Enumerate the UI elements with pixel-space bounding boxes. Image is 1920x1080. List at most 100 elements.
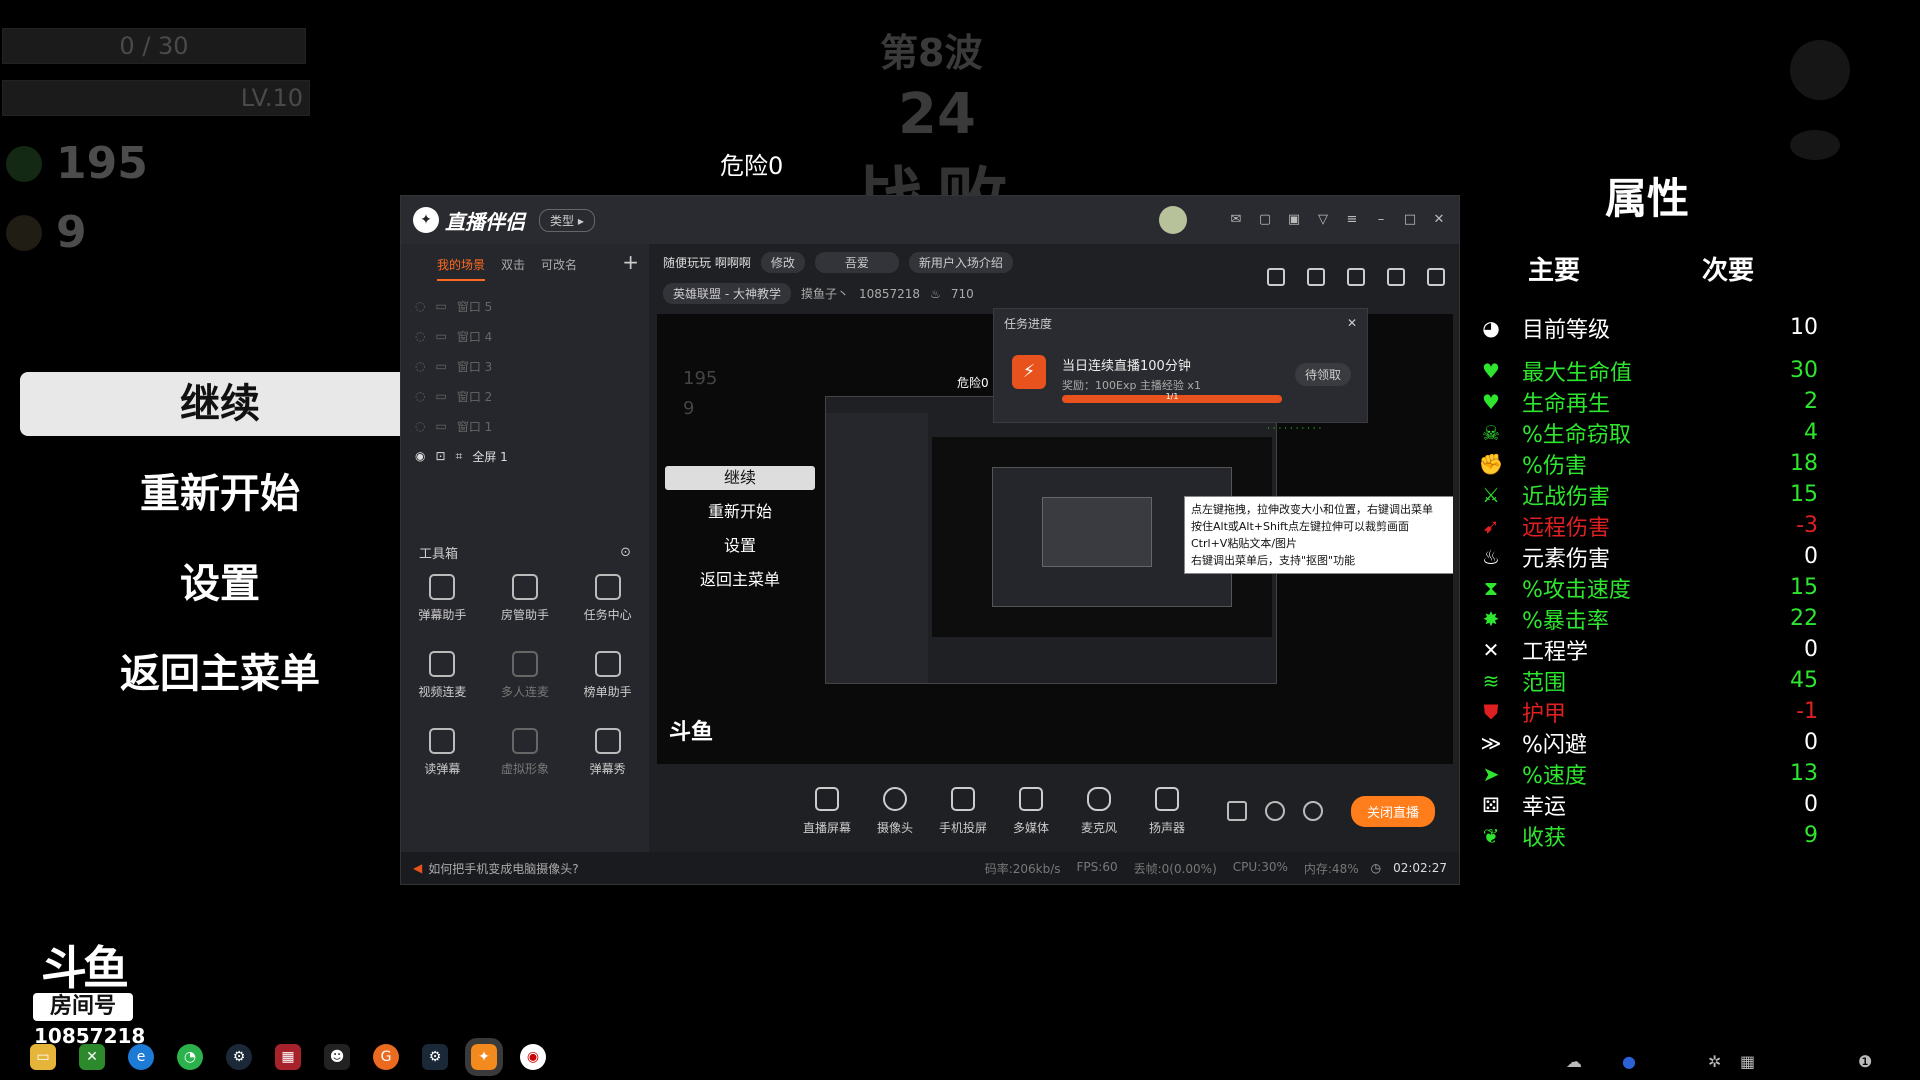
tab-my-scenes[interactable]: 我的场景 xyxy=(437,256,486,281)
cloud-icon[interactable]: ☁ xyxy=(1566,1052,1582,1071)
douyu-taskbar-icon[interactable]: ◉ xyxy=(520,1044,546,1070)
tool-read-danmu[interactable]: 读弹幕 xyxy=(401,728,484,777)
task-claim-button[interactable]: 待领取 xyxy=(1294,363,1351,386)
tool-danmu-show[interactable]: 弹幕秀 xyxy=(566,728,649,777)
tool-room-admin[interactable]: 房管助手 xyxy=(484,574,567,623)
continue-button[interactable]: 继续 xyxy=(20,372,420,436)
tray-dot-icon[interactable]: ● xyxy=(1622,1052,1636,1071)
shirt-icon[interactable]: ▽ xyxy=(1315,212,1331,228)
stat-row[interactable]: ➹ 远程伤害 -3 xyxy=(1478,510,1818,541)
xbox-icon[interactable]: ✕ xyxy=(79,1044,105,1070)
media-button[interactable]: 多媒体 xyxy=(997,786,1065,836)
eye-icon[interactable] xyxy=(1265,801,1285,821)
window-icon[interactable]: ▣ xyxy=(1286,212,1302,228)
settings-gear-icon[interactable] xyxy=(1303,801,1323,821)
more-icon[interactable]: ⊙ xyxy=(620,545,631,560)
share-icon[interactable] xyxy=(1427,268,1445,286)
record-icon[interactable] xyxy=(1227,801,1247,821)
close-icon[interactable]: ✕ xyxy=(1431,212,1447,228)
source-item[interactable]: ◌ ▭ 窗口 4 xyxy=(401,321,649,351)
input-method-icon[interactable]: ▦ xyxy=(1740,1052,1755,1071)
stat-row[interactable]: ≋ 范围 45 xyxy=(1478,665,1818,696)
lock-icon[interactable]: ⊡ xyxy=(435,449,445,463)
source-item[interactable]: ◌ ▭ 窗口 3 xyxy=(401,351,649,381)
type-button[interactable]: 类型 ▸ xyxy=(539,208,595,232)
tool-danmu-helper[interactable]: 弹幕助手 xyxy=(401,574,484,623)
maximize-icon[interactable]: □ xyxy=(1402,212,1418,228)
edge-icon[interactable]: e xyxy=(128,1044,154,1070)
stat-row[interactable]: ✕ 工程学 0 xyxy=(1478,634,1818,665)
tool-task-center[interactable]: 任务中心 xyxy=(566,574,649,623)
screen-capture-button[interactable]: 直播屏幕 xyxy=(793,786,861,836)
tab-secondary-stats[interactable]: 次要 xyxy=(1702,250,1754,287)
main-menu-button[interactable]: 返回主菜单 xyxy=(20,642,420,706)
live-companion-taskbar-icon[interactable]: ✦ xyxy=(465,1038,503,1076)
end-live-button[interactable]: 关闭直播 xyxy=(1351,795,1436,827)
file-explorer-icon[interactable]: ▭ xyxy=(30,1044,56,1070)
steam-client-icon[interactable]: ⚙ xyxy=(422,1044,448,1070)
notification-icon[interactable]: ❶ xyxy=(1858,1052,1872,1071)
intro-pill[interactable]: 新用户入场介绍 xyxy=(908,252,1013,273)
hidden-eye-icon[interactable]: ◌ xyxy=(415,329,425,343)
tool-avatar[interactable]: 虚拟形象 xyxy=(484,728,567,777)
avatar[interactable] xyxy=(1159,206,1187,234)
qq-icon[interactable]: ☻ xyxy=(324,1044,350,1070)
speaker-button[interactable]: 扬声器 xyxy=(1133,786,1201,836)
hidden-eye-icon[interactable]: ◌ xyxy=(415,359,425,373)
tab-scene-2[interactable]: 双击 xyxy=(501,256,525,281)
song-pill[interactable]: 吾爱 xyxy=(814,252,899,273)
restart-button[interactable]: 重新开始 xyxy=(20,462,420,526)
stat-row[interactable]: ☠ %生命窃取 4 xyxy=(1478,417,1818,448)
game-icon[interactable]: ▦ xyxy=(275,1044,301,1070)
menu-icon[interactable]: ≡ xyxy=(1344,212,1360,228)
minimize-icon[interactable]: – xyxy=(1373,212,1389,228)
hidden-eye-icon[interactable]: ◌ xyxy=(415,419,425,433)
stat-row[interactable]: ✊ %伤害 18 xyxy=(1478,448,1818,479)
unlock-icon[interactable] xyxy=(1307,268,1325,286)
tray-app-icon[interactable]: ✲ xyxy=(1708,1052,1721,1071)
wechat-icon[interactable]: ◔ xyxy=(177,1044,203,1070)
microphone-button[interactable]: 麦克风 xyxy=(1065,786,1133,836)
source-item[interactable]: ◉ ⊡ ⌗ 全屏 1 xyxy=(401,441,649,471)
stat-row[interactable]: ⛊ 护甲 -1 xyxy=(1478,696,1819,727)
stat-row[interactable]: ≫ %闪避 0 xyxy=(1478,727,1818,758)
hidden-eye-icon[interactable]: ◌ xyxy=(415,389,425,403)
gift-icon[interactable] xyxy=(1267,268,1285,286)
source-item[interactable]: ◌ ▭ 窗口 1 xyxy=(401,411,649,441)
stat-row[interactable]: ◕ 目前等级 10 xyxy=(1478,312,1818,343)
stat-row[interactable]: ⧗ %攻击速度 15 xyxy=(1478,572,1818,603)
app-titlebar[interactable]: ✦ 直播伴侣 类型 ▸ ✉ ▢ ▣ ▽ ≡ – □ ✕ xyxy=(401,196,1459,244)
stat-row[interactable]: ⚔ 近战伤害 15 xyxy=(1478,479,1818,510)
task-close-icon[interactable]: ✕ xyxy=(1347,316,1357,330)
screen-icon[interactable]: ▢ xyxy=(1257,212,1273,228)
tool-multi-link[interactable]: 多人连麦 xyxy=(484,651,567,700)
tool-video-link[interactable]: 视频连麦 xyxy=(401,651,484,700)
edit-title-button[interactable]: 修改 xyxy=(760,252,805,273)
stat-row[interactable]: ➤ %速度 13 xyxy=(1478,758,1818,789)
bell-icon[interactable] xyxy=(1387,268,1405,286)
settings-button[interactable]: 设置 xyxy=(20,552,420,616)
stat-row[interactable]: ⚄ 幸运 0 xyxy=(1478,789,1818,820)
status-tip[interactable]: 如何把手机变成电脑摄像头? xyxy=(428,860,984,877)
add-scene-icon[interactable]: + xyxy=(622,250,639,274)
g-app-icon[interactable]: G xyxy=(373,1044,399,1070)
stat-row[interactable]: ♨ 元素伤害 0 xyxy=(1478,541,1818,572)
camera-button[interactable]: 摄像头 xyxy=(861,786,929,836)
mail-icon[interactable]: ✉ xyxy=(1228,212,1244,228)
tab-primary-stats[interactable]: 主要 xyxy=(1528,250,1580,287)
stat-row[interactable]: ♥ 最大生命值 30 xyxy=(1478,355,1818,386)
layout-icon[interactable] xyxy=(1347,268,1365,286)
stat-row[interactable]: ✸ %暴击率 22 xyxy=(1478,603,1818,634)
tool-ranking[interactable]: 榜单助手 xyxy=(566,651,649,700)
source-item[interactable]: ◌ ▭ 窗口 5 xyxy=(401,291,649,321)
phone-cast-button[interactable]: 手机投屏 xyxy=(929,786,997,836)
live-title[interactable]: 随便玩玩 啊啊啊 xyxy=(663,254,751,271)
source-item[interactable]: ◌ ▭ 窗口 2 xyxy=(401,381,649,411)
stat-row[interactable]: ♥ 生命再生 2 xyxy=(1478,386,1818,417)
steam-icon[interactable]: ⚙ xyxy=(226,1044,252,1070)
tab-scene-3[interactable]: 可改名 xyxy=(541,256,577,281)
stat-row[interactable]: ❦ 收获 9 xyxy=(1478,820,1818,851)
eye-icon[interactable]: ◉ xyxy=(415,449,425,463)
hidden-eye-icon[interactable]: ◌ xyxy=(415,299,425,313)
category-pill[interactable]: 英雄联盟 - 大神教学 xyxy=(663,283,791,304)
